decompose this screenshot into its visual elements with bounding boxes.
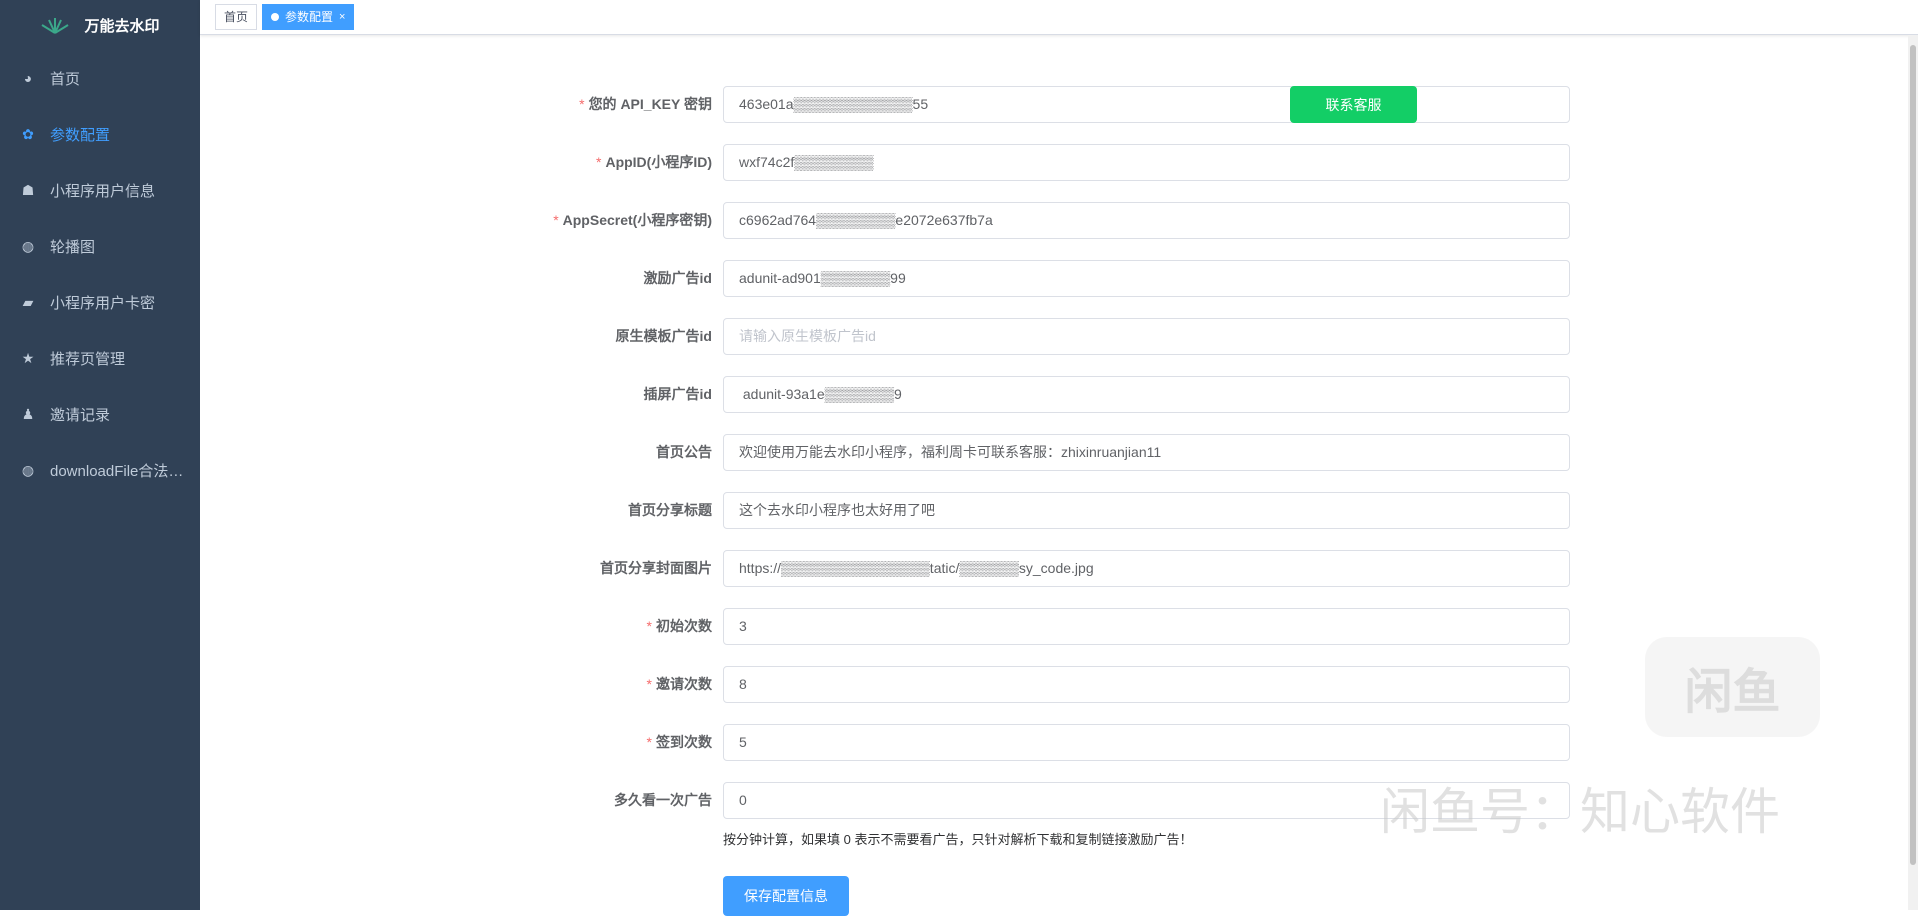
close-icon[interactable]: × xyxy=(339,5,345,29)
field-label: * 签到次数 xyxy=(646,734,712,750)
scrollbar[interactable] xyxy=(1908,35,1918,910)
sidebar-item-1[interactable]: ✿ 参数配置 xyxy=(0,109,200,159)
app-title: 万能去水印 xyxy=(84,17,160,35)
sidebar-item-2[interactable]: ☗ 小程序用户信息 xyxy=(0,165,200,215)
sidebar-item-label: 小程序用户信息 xyxy=(50,182,156,200)
form-row: 原生模板广告id 请输入原生模板广告id xyxy=(200,318,1570,355)
field-input[interactable]: 463e01a▒▒▒▒▒▒▒▒▒▒▒▒55 xyxy=(723,86,1570,123)
field-label: 激励广告id xyxy=(643,270,712,286)
field-input[interactable]: c6962ad764▒▒▒▒▒▒▒▒e2072e637fb7a xyxy=(723,202,1570,239)
form-row: * AppSecret(小程序密钥) c6962ad764▒▒▒▒▒▒▒▒e2072… xyxy=(200,202,1570,239)
field-label: 首页分享封面图片 xyxy=(600,560,712,576)
field-value: https://▒▒▒▒▒▒▒▒▒▒▒▒▒▒▒tatic/▒▒▒▒▒▒sy_co… xyxy=(739,560,1094,576)
field-label: 原生模板广告id xyxy=(615,328,712,344)
required-mark: * xyxy=(596,154,602,170)
star-icon: ★ xyxy=(21,349,35,366)
sidebar-item-label: 参数配置 xyxy=(50,126,111,144)
required-mark: * xyxy=(646,734,652,750)
scrollbar-thumb[interactable] xyxy=(1910,45,1916,865)
field-label: * 邀请次数 xyxy=(646,676,712,692)
form-row: * 初始次数 3 xyxy=(200,608,1570,645)
field-value: wxf74c2f▒▒▒▒▒▒▒▒ xyxy=(739,154,874,170)
sidebar-item-label: 推荐页管理 xyxy=(50,350,126,368)
form-row: 插屏广告id adunit-93a1e▒▒▒▒▒▒▒9 xyxy=(200,376,1570,413)
field-label: 首页公告 xyxy=(656,444,712,460)
required-mark: * xyxy=(579,96,585,112)
field-value: 463e01a▒▒▒▒▒▒▒▒▒▒▒▒55 xyxy=(739,96,929,112)
app-logo: 万能去水印 xyxy=(0,0,200,50)
sidebar-item-label: 小程序用户卡密 xyxy=(50,294,156,312)
form-row: 首页分享封面图片 https://▒▒▒▒▒▒▒▒▒▒▒▒▒▒▒tatic/▒▒▒… xyxy=(200,550,1570,587)
field-value: 这个去水印小程序也太好用了吧 xyxy=(739,502,935,518)
field-label: * 初始次数 xyxy=(646,618,712,634)
grass-logo-icon xyxy=(41,18,70,34)
field-input[interactable]: 欢迎使用万能去水印小程序，福利周卡可联系客服：zhixinruanjian11 xyxy=(723,434,1570,471)
tab-home[interactable]: 首页 xyxy=(215,4,258,30)
field-value: adunit-ad901▒▒▒▒▒▒▒99 xyxy=(739,270,906,286)
sidebar-item-label: 首页 xyxy=(50,70,81,88)
form-row: * AppID(小程序ID) wxf74c2f▒▒▒▒▒▒▒▒ xyxy=(200,144,1570,181)
required-mark: * xyxy=(553,212,559,228)
form-row: 首页公告 欢迎使用万能去水印小程序，福利周卡可联系客服：zhixinruanjia… xyxy=(200,434,1570,471)
ad-interval-hint: 按分钟计算，如果填 0 表示不需要看广告，只针对解析下载和复制链接激励广告！ xyxy=(723,832,1193,847)
user-group-icon: ☗ xyxy=(21,181,35,198)
field-value: 欢迎使用万能去水印小程序，福利周卡可联系客服：zhixinruanjian11 xyxy=(739,444,1162,460)
form-row: 首页分享标题 这个去水印小程序也太好用了吧 xyxy=(200,492,1570,529)
field-value: 5 xyxy=(739,734,747,750)
sidebar: 万能去水印 ◕ 首页 ✿ 参数配置 ☗ 小程序用户信息 ◍ 轮播图 ▰ 小程序用户卡密 ★ 推荐页管理… xyxy=(0,0,200,910)
required-mark: * xyxy=(646,618,652,634)
field-value: c6962ad764▒▒▒▒▒▒▒▒e2072e637fb7a xyxy=(739,212,993,228)
tags-view: 首页 参数配置 × xyxy=(200,0,1918,35)
field-placeholder: 请输入原生模板广告id xyxy=(739,328,876,344)
tab-label: 参数配置 xyxy=(285,10,334,24)
field-value: 8 xyxy=(739,676,747,692)
field-input[interactable]: wxf74c2f▒▒▒▒▒▒▒▒ xyxy=(723,144,1570,181)
sidebar-item-0[interactable]: ◕ 首页 xyxy=(0,53,200,103)
field-label: * 您的 API_KEY 密钥 xyxy=(579,96,712,112)
contact-service-button[interactable]: 联系客服 xyxy=(1290,86,1417,123)
field-input[interactable]: 请输入原生模板广告id xyxy=(723,318,1570,355)
field-value: 0 xyxy=(739,792,747,808)
field-value: 3 xyxy=(739,618,747,634)
watermark-logo: 闲鱼 xyxy=(1645,637,1820,737)
user-icon: ♟ xyxy=(21,405,35,422)
active-dot-icon xyxy=(271,13,280,21)
sidebar-item-label: 轮播图 xyxy=(50,238,96,256)
field-label: 多久看一次广告 xyxy=(614,792,712,808)
field-input[interactable]: adunit-93a1e▒▒▒▒▒▒▒9 xyxy=(723,376,1570,413)
tab-params-config[interactable]: 参数配置 × xyxy=(262,4,355,30)
field-value: adunit-93a1e▒▒▒▒▒▒▒9 xyxy=(739,386,902,402)
form-row: * 签到次数 5 xyxy=(200,724,1570,761)
sidebar-item-7[interactable]: ◍ downloadFile合法域名 xyxy=(0,445,200,495)
sidebar-item-3[interactable]: ◍ 轮播图 xyxy=(0,221,200,271)
sidebar-item-4[interactable]: ▰ 小程序用户卡密 xyxy=(0,277,200,327)
required-mark: * xyxy=(646,676,652,692)
field-label: * AppSecret(小程序密钥) xyxy=(553,212,712,228)
field-input[interactable]: adunit-ad901▒▒▒▒▒▒▒99 xyxy=(723,260,1570,297)
field-label: 首页分享标题 xyxy=(628,502,712,518)
sidebar-item-label: downloadFile合法域名 xyxy=(50,462,190,480)
save-config-button[interactable]: 保存配置信息 xyxy=(723,876,849,916)
form-row: 激励广告id adunit-ad901▒▒▒▒▒▒▒99 xyxy=(200,260,1570,297)
lock-icon: ▰ xyxy=(22,293,34,310)
sidebar-item-5[interactable]: ★ 推荐页管理 xyxy=(0,333,200,383)
gear-icon: ✿ xyxy=(22,125,34,142)
field-input[interactable]: 8 xyxy=(723,666,1570,703)
globe-icon: ◍ xyxy=(21,237,35,254)
globe-icon: ◍ xyxy=(21,461,35,478)
field-input[interactable]: https://▒▒▒▒▒▒▒▒▒▒▒▒▒▒▒tatic/▒▒▒▒▒▒sy_co… xyxy=(723,550,1570,587)
form-row: 多久看一次广告 0 xyxy=(200,782,1570,819)
field-input[interactable]: 3 xyxy=(723,608,1570,645)
field-input[interactable]: 这个去水印小程序也太好用了吧 xyxy=(723,492,1570,529)
field-input[interactable]: 5 xyxy=(723,724,1570,761)
dashboard-icon: ◕ xyxy=(23,70,33,86)
field-label: 插屏广告id xyxy=(643,386,712,402)
field-input[interactable]: 0 xyxy=(723,782,1570,819)
form-row: * 邀请次数 8 xyxy=(200,666,1570,703)
sidebar-item-label: 邀请记录 xyxy=(50,406,111,424)
sidebar-item-6[interactable]: ♟ 邀请记录 xyxy=(0,389,200,439)
field-label: * AppID(小程序ID) xyxy=(596,154,712,170)
